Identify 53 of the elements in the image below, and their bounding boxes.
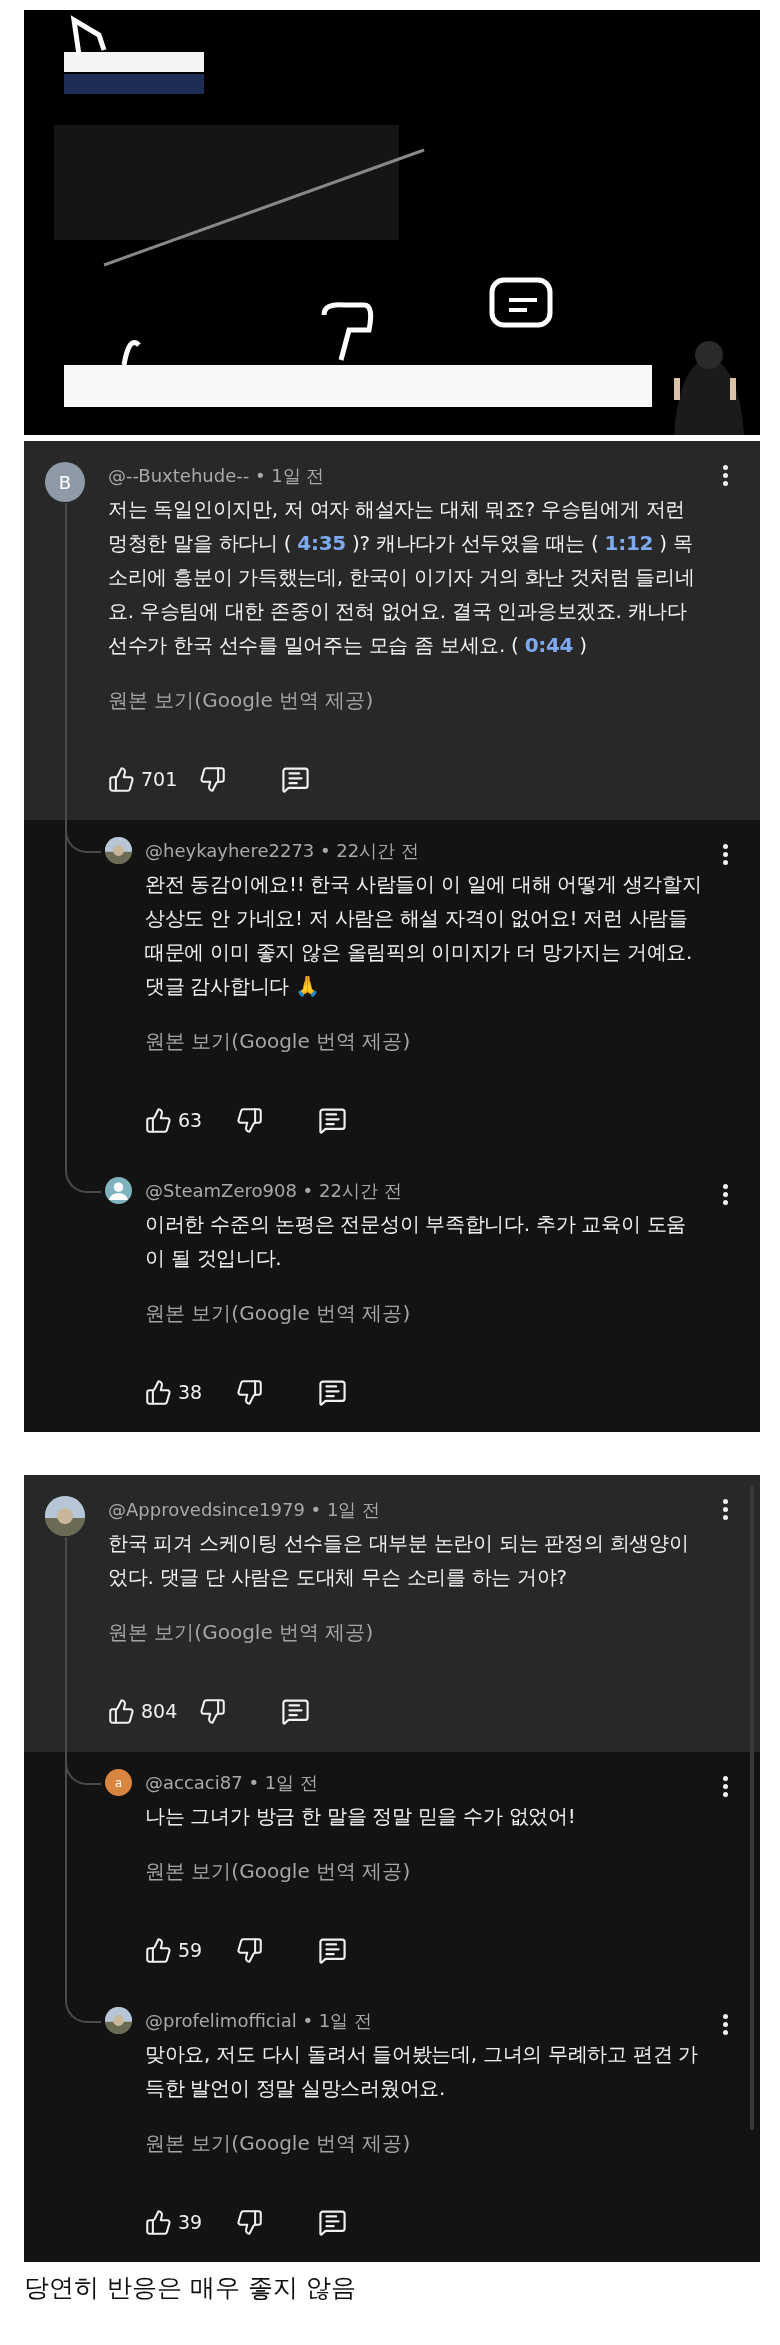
see-original-link[interactable]: 원본 보기(Google 번역 제공) (145, 1025, 705, 1057)
see-original-link[interactable]: 원본 보기(Google 번역 제공) (145, 2127, 705, 2159)
thread-connector (65, 1160, 101, 1193)
like-icon[interactable] (108, 1697, 135, 1725)
see-original-link[interactable]: 원본 보기(Google 번역 제공) (108, 684, 698, 716)
like-count: 804 (141, 1700, 179, 1722)
dislike-icon[interactable] (236, 1936, 263, 1964)
comment-text: 이러한 수준의 논평은 전문성이 부족합니다. 추가 교육이 도움이 될 것입니다. (145, 1211, 687, 1272)
dislike-icon[interactable] (236, 1106, 263, 1134)
comment-text: 나는 그녀가 방금 한 말을 정말 믿을 수가 없었어! (145, 1803, 577, 1830)
more-menu-icon[interactable] (723, 465, 728, 486)
more-menu-icon[interactable] (723, 1499, 728, 1520)
caption: 당연히 반응은 매우 좋지 않음 (24, 2272, 357, 2304)
more-menu-icon[interactable] (723, 844, 728, 865)
like-count: 39 (178, 2211, 204, 2233)
comment-author: @accaci87 • 1일 전 (145, 1771, 319, 1795)
dislike-icon[interactable] (236, 1378, 263, 1406)
see-original-link[interactable]: 원본 보기(Google 번역 제공) (145, 1297, 705, 1329)
more-menu-icon[interactable] (723, 2014, 728, 2035)
see-original-link[interactable]: 원본 보기(Google 번역 제공) (108, 1616, 698, 1648)
dislike-icon[interactable] (199, 765, 226, 793)
see-original-link[interactable]: 원본 보기(Google 번역 제공) (145, 1855, 705, 1887)
thread-connector (65, 1990, 101, 2023)
like-icon[interactable] (108, 765, 135, 793)
avatar[interactable] (105, 2007, 132, 2034)
timestamp-link[interactable]: 0:44 (524, 633, 574, 657)
more-menu-icon[interactable] (723, 1184, 728, 1205)
avatar[interactable] (105, 1177, 132, 1204)
comment-text: 완전 동감이에요!! 한국 사람들이 이 일에 대해 어떻게 생각할지 상상도 안 가네요! 저 사람은 해설 자격이 없어요! 저런 사람들 때문에 이미 좋지 않은 올림픽의 이미지가 더 망가지는 거예요. 댓글 감사합니다 🙏 (145, 871, 703, 1000)
like-icon[interactable] (145, 1106, 172, 1134)
like-count: 59 (178, 1939, 204, 1961)
like-icon[interactable] (145, 1936, 172, 1964)
dislike-icon[interactable] (236, 2208, 263, 2236)
like-count: 63 (178, 1109, 204, 1131)
like-icon[interactable] (145, 1378, 172, 1406)
more-menu-icon[interactable] (723, 1776, 728, 1797)
comment-author: @--Buxtehude-- • 1일 전 (108, 464, 326, 488)
comment-text: 한국 피겨 스케이팅 선수들은 대부분 논란이 되는 판정의 희생양이었다. 댓글 단 사람은 도대체 무슨 소리를 하는 거야? (108, 1530, 690, 1591)
comment-text: 저는 독일인이지만, 저 여자 해설자는 대체 뭐죠? 우승팀에게 저런 멍청한 말을 하다니 ( 4:35 )? 캐나다가 선두였을 때는 ( 1:12 ) 목소리에 흥분이 가득했는데, 한국이 이기자 거의 화난 것처럼 들리네요. 우승팀에 대한 존중이 전혀 없어요. 결국 인과응보겠죠. 캐나다 선수가 한국 선수를 밀어주는 모습 좀 보세요. ( 0:44 ) (108, 496, 696, 659)
comment-text: 맞아요, 저도 다시 돌려서 들어봤는데, 그녀의 무례하고 편견 가득한 발언이 정말 실망스러웠어요. (145, 2041, 700, 2102)
like-count: 701 (141, 768, 179, 790)
avatar[interactable] (45, 1496, 85, 1536)
comment-author: @heykayhere2273 • 22시간 전 (145, 839, 420, 863)
timestamp-link[interactable]: 1:12 (604, 531, 654, 555)
dislike-icon[interactable] (199, 1697, 226, 1725)
like-count: 38 (178, 1381, 204, 1403)
avatar[interactable] (105, 837, 132, 864)
like-icon[interactable] (145, 2208, 172, 2236)
timestamp-link[interactable]: 4:35 (297, 531, 346, 555)
comment-author: @profelimofficial • 1일 전 (145, 2009, 373, 2033)
scrollbar[interactable] (750, 1485, 754, 2130)
comment-author: @Approvedsince1979 • 1일 전 (108, 1498, 382, 1522)
comment-author: @SteamZero908 • 22시간 전 (145, 1179, 403, 1203)
